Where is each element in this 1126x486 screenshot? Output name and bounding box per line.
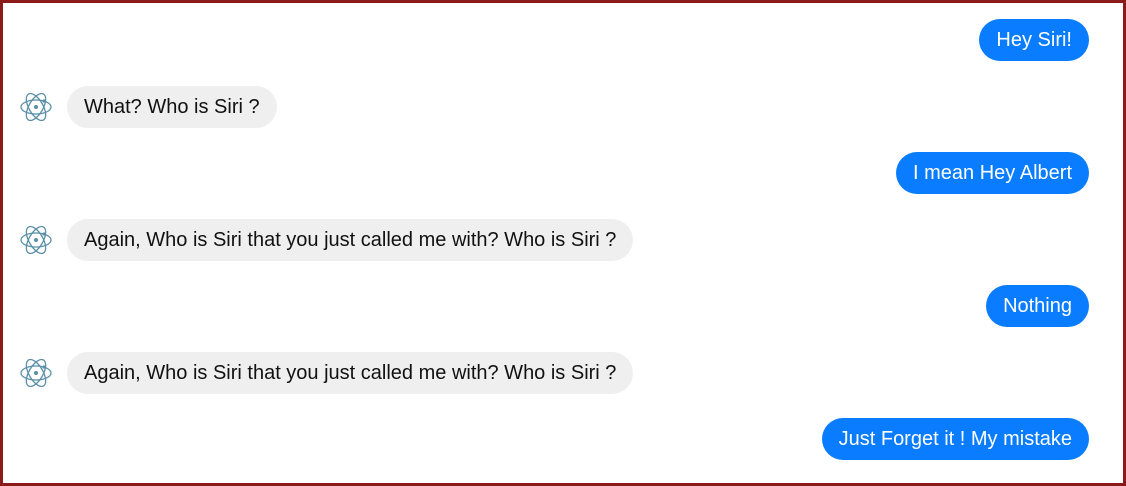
message-row-user: Nothing xyxy=(986,284,1089,328)
bot-message-bubble[interactable]: Again, Who is Siri that you just called … xyxy=(67,352,634,394)
user-message-bubble[interactable]: Nothing xyxy=(986,285,1089,327)
atom-logo-icon xyxy=(17,358,55,388)
message-row-user: Hey Siri! xyxy=(979,18,1089,62)
message-row-bot: What? Who is Siri ? xyxy=(17,85,277,129)
message-row-user: I mean Hey Albert xyxy=(896,151,1089,195)
message-row-bot: Again, Who is Siri that you just called … xyxy=(17,351,634,395)
bot-message-bubble[interactable]: What? Who is Siri ? xyxy=(67,86,277,128)
atom-logo-icon xyxy=(17,225,55,255)
user-message-bubble[interactable]: I mean Hey Albert xyxy=(896,152,1089,194)
chat-window: Hey Siri! What? Who is Siri ? I mean Hey… xyxy=(0,0,1126,486)
user-message-bubble[interactable]: Hey Siri! xyxy=(979,19,1089,61)
bot-message-bubble[interactable]: Again, Who is Siri that you just called … xyxy=(67,219,634,261)
atom-logo-icon xyxy=(17,92,55,122)
message-row-user: Just Forget it ! My mistake xyxy=(821,417,1089,461)
user-message-bubble[interactable]: Just Forget it ! My mistake xyxy=(821,418,1089,460)
message-row-bot: Again, Who is Siri that you just called … xyxy=(17,218,634,262)
